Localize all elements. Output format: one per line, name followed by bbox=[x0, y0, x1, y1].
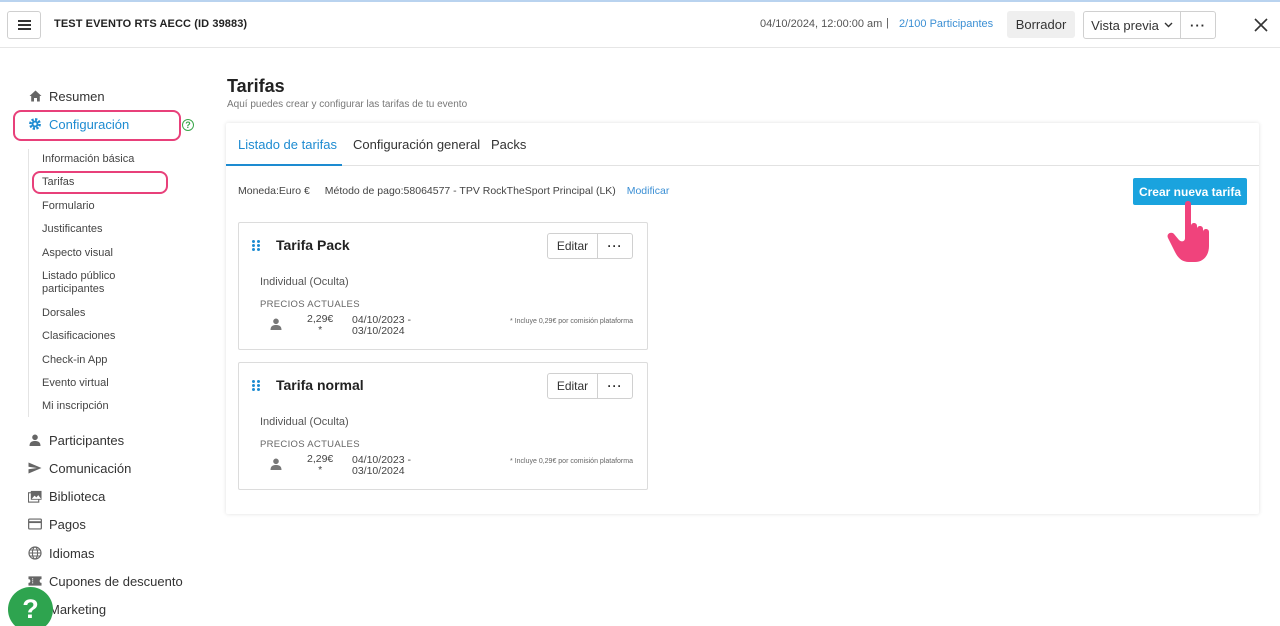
submenu-justificantes[interactable]: Justificantes bbox=[42, 223, 103, 236]
rate-more-button[interactable]: ··· bbox=[597, 373, 633, 399]
close-icon[interactable] bbox=[1252, 16, 1270, 34]
payment-method-label: Método de pago: bbox=[324, 185, 404, 197]
price-asterisk: * bbox=[318, 464, 323, 476]
rate-dates: 04/10/2023 - 03/10/2024 bbox=[352, 455, 432, 477]
event-date: 04/10/2024, 12:00:00 am bbox=[760, 18, 883, 30]
sidebar-item-label: Pagos bbox=[49, 516, 86, 532]
header-separator: | bbox=[886, 17, 889, 29]
sidebar-item-participantes[interactable]: Participantes bbox=[28, 430, 124, 450]
sidebar-item-label: Marketing bbox=[49, 601, 107, 617]
tab-bar: Listado de tarifas Configuración general… bbox=[226, 123, 1259, 166]
help-circle-icon[interactable]: ? bbox=[182, 119, 194, 131]
chevron-down-icon bbox=[1164, 22, 1173, 28]
submenu-formulario[interactable]: Formulario bbox=[42, 200, 95, 213]
sidebar-item-label: Configuración bbox=[49, 116, 130, 132]
sidebar-item-resumen[interactable]: Resumen bbox=[28, 86, 105, 106]
date-to: 03/10/2024 bbox=[352, 325, 405, 337]
submenu-informacion-basica[interactable]: Información básica bbox=[42, 153, 134, 166]
images-icon bbox=[28, 489, 42, 503]
currency-value: Euro € bbox=[278, 185, 310, 197]
person-icon bbox=[28, 433, 42, 447]
rate-more-button[interactable]: ··· bbox=[597, 233, 633, 259]
draft-status-button[interactable]: Borrador bbox=[1007, 11, 1075, 38]
sidebar-item-pagos[interactable]: Pagos bbox=[28, 514, 86, 534]
tab-listado-de-tarifas[interactable]: Listado de tarifas bbox=[238, 137, 337, 152]
sidebar-item-configuracion[interactable]: Configuración bbox=[28, 114, 129, 134]
preview-dropdown-button[interactable]: Vista previa bbox=[1083, 11, 1181, 39]
send-icon bbox=[28, 461, 42, 475]
person-icon bbox=[270, 458, 282, 470]
rate-price: 2,29€ * bbox=[307, 314, 333, 336]
help-chat-button[interactable]: ? bbox=[8, 587, 53, 626]
top-header: TEST EVENTO RTS AECC (ID 39883) 04/10/20… bbox=[0, 2, 1280, 48]
pointing-hand-icon bbox=[1167, 201, 1209, 262]
submenu-tarifas[interactable]: Tarifas bbox=[42, 176, 74, 189]
sidebar-item-idiomas[interactable]: Idiomas bbox=[28, 543, 95, 563]
coupon-icon bbox=[28, 574, 42, 588]
page-subtitle: Aquí puedes crear y configurar las tarif… bbox=[227, 99, 468, 110]
rate-card: Tarifa Pack Editar ··· Individual (Ocult… bbox=[238, 222, 648, 350]
edit-rate-button[interactable]: Editar bbox=[547, 373, 598, 399]
rate-dates: 04/10/2023 - 03/10/2024 bbox=[352, 315, 432, 337]
event-title: TEST EVENTO RTS AECC (ID 39883) bbox=[54, 18, 248, 30]
preview-label: Vista previa bbox=[1091, 17, 1159, 33]
globe-icon bbox=[28, 546, 42, 560]
current-prices-label: PRECIOS ACTUALES bbox=[260, 439, 360, 450]
rate-name: Tarifa normal bbox=[276, 377, 364, 393]
submenu-dorsales[interactable]: Dorsales bbox=[42, 307, 85, 320]
participants-count-link[interactable]: 2/100 Participantes bbox=[899, 18, 993, 30]
price-asterisk: * bbox=[318, 324, 323, 336]
drag-handle-icon[interactable] bbox=[252, 380, 262, 392]
rate-price: 2,29€ * bbox=[307, 454, 333, 476]
rate-name: Tarifa Pack bbox=[276, 237, 350, 253]
rate-card: Tarifa normal Editar ··· Individual (Ocu… bbox=[238, 362, 648, 490]
page-title: Tarifas bbox=[227, 76, 285, 96]
sidebar-item-comunicacion[interactable]: Comunicación bbox=[28, 458, 131, 478]
gear-icon bbox=[28, 117, 42, 131]
sidebar-item-label: Biblioteca bbox=[49, 488, 106, 504]
submenu-aspecto-visual[interactable]: Aspecto visual bbox=[42, 247, 113, 260]
hamburger-menu-button[interactable] bbox=[7, 11, 41, 39]
sidebar-item-cupones[interactable]: Cupones de descuento bbox=[28, 571, 183, 591]
currency-label: Moneda: bbox=[238, 185, 279, 197]
payment-meta: Moneda:Euro € Método de pago:58064577 - … bbox=[238, 185, 669, 197]
sidebar-item-label: Cupones de descuento bbox=[49, 573, 183, 589]
sidebar-item-biblioteca[interactable]: Biblioteca bbox=[28, 486, 105, 506]
rate-type: Individual (Oculta) bbox=[260, 276, 349, 288]
active-tab-indicator bbox=[226, 164, 342, 166]
commission-note: * Incluye 0,29€ por comisión plataforma bbox=[510, 318, 633, 325]
header-more-button[interactable]: ··· bbox=[1180, 11, 1216, 39]
drag-handle-icon[interactable] bbox=[252, 240, 262, 252]
sidebar-item-label: Resumen bbox=[49, 88, 105, 104]
credit-card-icon bbox=[28, 517, 42, 531]
submenu-evento-virtual[interactable]: Evento virtual bbox=[42, 377, 109, 390]
payment-method-value: 58064577 - TPV RockTheSport Principal (L… bbox=[403, 185, 616, 197]
submenu-mi-inscripcion[interactable]: Mi inscripción bbox=[42, 400, 109, 413]
submenu-clasificaciones[interactable]: Clasificaciones bbox=[42, 330, 115, 343]
person-icon bbox=[270, 318, 282, 330]
sidebar-item-label: Participantes bbox=[49, 432, 125, 448]
date-to: 03/10/2024 bbox=[352, 465, 405, 477]
rate-type: Individual (Oculta) bbox=[260, 416, 349, 428]
commission-note: * Incluye 0,29€ por comisión plataforma bbox=[510, 458, 633, 465]
edit-rate-button[interactable]: Editar bbox=[547, 233, 598, 259]
modify-payment-link[interactable]: Modificar bbox=[627, 185, 670, 197]
submenu-listado-publico[interactable]: Listado público participantes bbox=[42, 270, 132, 296]
current-prices-label: PRECIOS ACTUALES bbox=[260, 299, 360, 310]
tab-packs[interactable]: Packs bbox=[491, 137, 526, 152]
submenu-guide-line bbox=[28, 149, 29, 417]
home-icon bbox=[28, 89, 42, 103]
sidebar-item-label: Comunicación bbox=[49, 460, 132, 476]
sidebar-item-label: Idiomas bbox=[49, 545, 95, 561]
tab-configuracion-general[interactable]: Configuración general bbox=[353, 137, 480, 152]
submenu-checkin-app[interactable]: Check-in App bbox=[42, 354, 107, 367]
